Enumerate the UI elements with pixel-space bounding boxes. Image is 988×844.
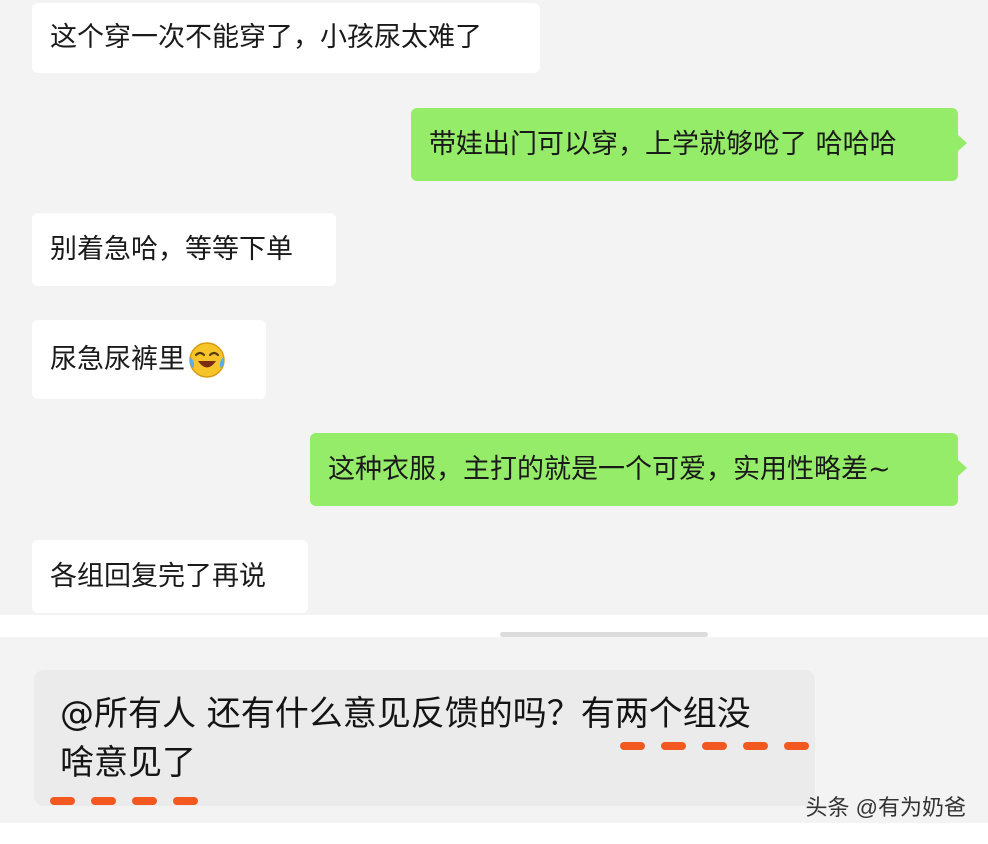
footer-strip	[0, 823, 988, 844]
watermark-label: 头条 @有为奶爸	[805, 795, 966, 820]
message-bubble-incoming[interactable]: 这个穿一次不能穿了，小孩尿太难了	[32, 3, 540, 73]
message-bubble-incoming[interactable]: 各组回复完了再说	[32, 540, 308, 613]
underline-dash	[50, 797, 75, 805]
underline-dash	[173, 797, 198, 805]
announcement-message-bubble[interactable]: @所有人 还有什么意见反馈的吗？有两个组没 啥意见了	[34, 670, 815, 806]
chat-history: 这个穿一次不能穿了，小孩尿太难了 带娃出门可以穿，上学就够呛了 哈哈哈 别着急哈…	[20, 0, 967, 615]
message-bubble-incoming[interactable]: 尿急尿裤里	[32, 320, 266, 399]
underline-dash	[743, 742, 768, 750]
message-text: 尿急尿裤里	[50, 343, 185, 375]
highlight-underline-2	[50, 797, 198, 805]
underline-dash	[661, 742, 686, 750]
message-bubble-incoming[interactable]: 别着急哈，等等下单	[32, 213, 336, 286]
message-text: 别着急哈，等等下单	[50, 233, 293, 265]
message-bubble-outgoing[interactable]: 这种衣服，主打的就是一个可爱，实用性略差~	[310, 433, 967, 506]
highlight-underline-1	[620, 742, 809, 750]
underline-dash	[620, 742, 645, 750]
message-text: 这种衣服，主打的就是一个可爱，实用性略差~	[328, 453, 891, 485]
underline-dash	[702, 742, 727, 750]
announcement-line-1: @所有人 还有什么意见反馈的吗？有两个组没	[60, 694, 751, 734]
message-text: 这个穿一次不能穿了，小孩尿太难了	[50, 22, 482, 53]
laughing-crying-emoji-icon	[189, 341, 225, 378]
underline-dash	[784, 742, 809, 750]
underline-dash	[132, 797, 157, 805]
message-bubble-outgoing[interactable]: 带娃出门可以穿，上学就够呛了 哈哈哈	[411, 108, 967, 181]
message-text: 带娃出门可以穿，上学就够呛了 哈哈哈	[429, 128, 897, 160]
message-text: 各组回复完了再说	[50, 560, 266, 592]
underline-dash	[91, 797, 116, 805]
screenshot-divider	[0, 615, 988, 637]
